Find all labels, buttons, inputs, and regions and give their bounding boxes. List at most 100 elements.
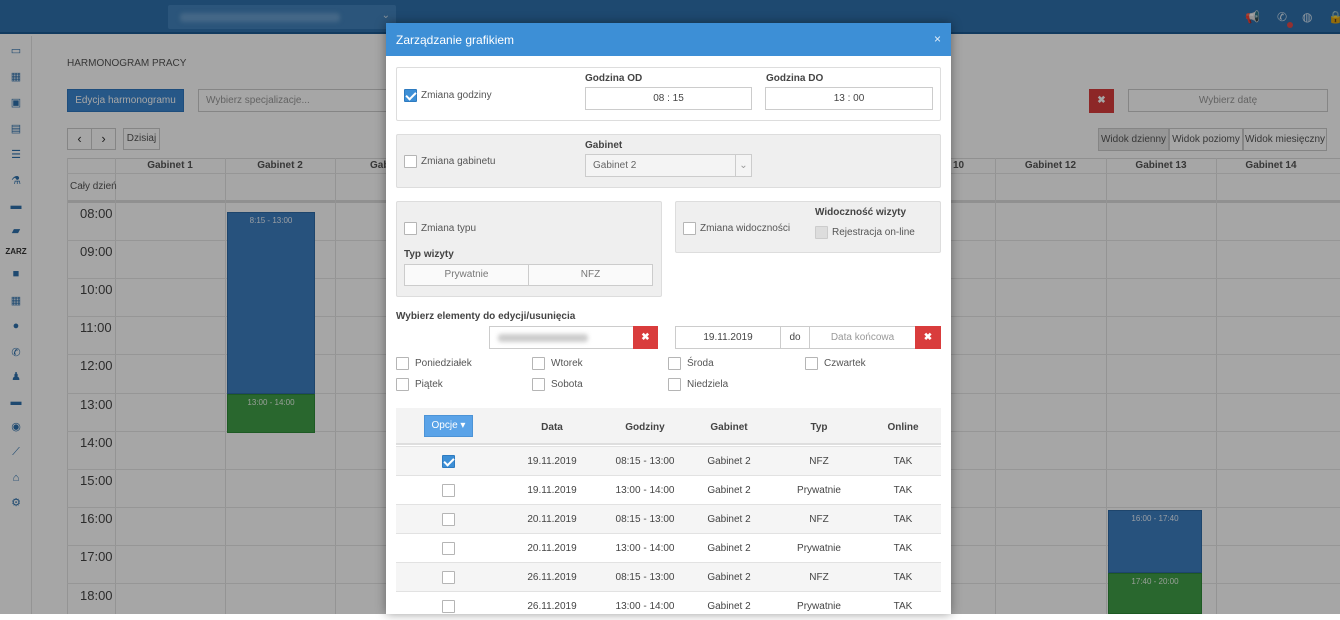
column-header-date[interactable]: Data bbox=[507, 422, 597, 433]
day-label: Piątek bbox=[415, 379, 443, 390]
row-checkbox[interactable] bbox=[442, 542, 455, 555]
date-from-input[interactable]: 19.11.2019 bbox=[675, 326, 781, 349]
day-checkbox-sunday[interactable] bbox=[668, 378, 681, 391]
day-label: Poniedziałek bbox=[415, 358, 472, 369]
row-hours: 08:15 - 13:00 bbox=[615, 456, 675, 467]
modal-title: Zarządzanie grafikiem bbox=[396, 33, 515, 47]
row-room: Gabinet 2 bbox=[707, 601, 751, 612]
day-checkbox-monday[interactable] bbox=[396, 357, 409, 370]
row-room: Gabinet 2 bbox=[707, 572, 751, 583]
visit-type-label: Typ wizyty bbox=[404, 249, 454, 260]
row-room: Gabinet 2 bbox=[707, 485, 751, 496]
day-checkbox-tuesday[interactable] bbox=[532, 357, 545, 370]
room-select[interactable]: Gabinet 2 ⌄ bbox=[585, 154, 752, 177]
table-row[interactable]: 20.11.2019 08:15 - 13:00 Gabinet 2 NFZ T… bbox=[396, 504, 941, 533]
schedule-management-modal: Zarządzanie grafikiem × Zmiana godziny G… bbox=[386, 23, 951, 614]
row-online: TAK bbox=[893, 572, 913, 583]
caret-down-icon: ▾ bbox=[457, 420, 466, 431]
column-header-room[interactable]: Gabinet bbox=[684, 422, 774, 433]
table-row[interactable]: 20.11.2019 13:00 - 14:00 Gabinet 2 Prywa… bbox=[396, 533, 941, 562]
visibility-label: Widoczność wizyty bbox=[815, 207, 907, 218]
day-label: Wtorek bbox=[551, 358, 583, 369]
online-registration-label: Rejestracja on-line bbox=[832, 227, 915, 238]
change-room-label: Zmiana gabinetu bbox=[421, 156, 496, 167]
change-hours-checkbox[interactable] bbox=[404, 89, 417, 102]
row-online: TAK bbox=[893, 601, 913, 612]
room-panel: Zmiana gabinetu Gabinet Gabinet 2 ⌄ bbox=[396, 134, 941, 188]
table-row[interactable]: 19.11.2019 08:15 - 13:00 Gabinet 2 NFZ T… bbox=[396, 446, 941, 475]
column-header-online[interactable]: Online bbox=[858, 422, 948, 433]
type-panel: Zmiana typu Typ wizyty Prywatnie NFZ bbox=[396, 201, 662, 297]
row-type: Prywatnie bbox=[797, 485, 841, 496]
row-hours: 13:00 - 14:00 bbox=[615, 543, 675, 554]
day-checkbox-thursday[interactable] bbox=[805, 357, 818, 370]
row-hours: 13:00 - 14:00 bbox=[615, 485, 675, 496]
visit-type-nfz-button[interactable]: NFZ bbox=[528, 264, 653, 286]
row-room: Gabinet 2 bbox=[707, 456, 751, 467]
options-button[interactable]: Opcje ▾ bbox=[424, 415, 473, 437]
row-online: TAK bbox=[893, 485, 913, 496]
row-checkbox[interactable] bbox=[442, 571, 455, 584]
hours-panel: Zmiana godziny Godzina OD 08 : 15 Godzin… bbox=[396, 67, 941, 121]
row-date: 19.11.2019 bbox=[527, 456, 577, 467]
row-checkbox[interactable] bbox=[442, 455, 455, 468]
hour-from-input[interactable]: 08 : 15 bbox=[585, 87, 752, 110]
doctor-select-blurred-value bbox=[498, 334, 588, 342]
column-header-hours[interactable]: Godziny bbox=[600, 422, 690, 433]
table-header-row: Opcje ▾ Data Godziny Gabinet Typ Online bbox=[396, 408, 941, 445]
change-hours-label: Zmiana godziny bbox=[421, 90, 492, 101]
hour-to-input[interactable]: 13 : 00 bbox=[765, 87, 933, 110]
row-checkbox[interactable] bbox=[442, 484, 455, 497]
visibility-panel: Zmiana widoczności Widoczność wizyty Rej… bbox=[675, 201, 941, 253]
row-room: Gabinet 2 bbox=[707, 543, 751, 554]
row-date: 19.11.2019 bbox=[527, 485, 577, 496]
hour-to-label: Godzina DO bbox=[766, 73, 824, 84]
visit-type-private-button[interactable]: Prywatnie bbox=[404, 264, 529, 286]
date-to-input[interactable]: Data końcowa bbox=[809, 326, 916, 349]
row-type: Prywatnie bbox=[797, 601, 841, 612]
row-hours: 08:15 - 13:00 bbox=[615, 514, 675, 525]
modal-header: Zarządzanie grafikiem × bbox=[386, 23, 951, 56]
hour-from-label: Godzina OD bbox=[585, 73, 643, 84]
change-visibility-label: Zmiana widoczności bbox=[700, 223, 791, 234]
options-button-label: Opcje bbox=[431, 420, 458, 431]
close-icon[interactable]: × bbox=[934, 32, 941, 46]
row-online: TAK bbox=[893, 514, 913, 525]
day-label: Środa bbox=[687, 358, 714, 369]
doctor-select[interactable] bbox=[489, 326, 634, 349]
row-checkbox[interactable] bbox=[442, 600, 455, 613]
row-date: 20.11.2019 bbox=[527, 543, 577, 554]
room-label: Gabinet bbox=[585, 140, 623, 151]
clear-date-button[interactable]: ✖ bbox=[915, 326, 941, 349]
row-room: Gabinet 2 bbox=[707, 514, 751, 525]
day-checkbox-wednesday[interactable] bbox=[668, 357, 681, 370]
column-header-type[interactable]: Typ bbox=[774, 422, 864, 433]
change-visibility-checkbox[interactable] bbox=[683, 222, 696, 235]
row-type: NFZ bbox=[809, 572, 829, 583]
day-label: Sobota bbox=[551, 379, 583, 390]
row-hours: 13:00 - 14:00 bbox=[615, 601, 675, 612]
day-checkbox-friday[interactable] bbox=[396, 378, 409, 391]
day-checkbox-saturday[interactable] bbox=[532, 378, 545, 391]
table-row[interactable]: 26.11.2019 13:00 - 14:00 Gabinet 2 Prywa… bbox=[396, 591, 941, 620]
row-online: TAK bbox=[893, 456, 913, 467]
table-row[interactable]: 19.11.2019 13:00 - 14:00 Gabinet 2 Prywa… bbox=[396, 475, 941, 504]
day-label: Czwartek bbox=[824, 358, 866, 369]
room-select-value: Gabinet 2 bbox=[593, 160, 637, 171]
row-type: Prywatnie bbox=[797, 543, 841, 554]
change-type-checkbox[interactable] bbox=[404, 222, 417, 235]
change-room-checkbox[interactable] bbox=[404, 155, 417, 168]
clear-doctor-button[interactable]: ✖ bbox=[633, 326, 658, 349]
row-type: NFZ bbox=[809, 456, 829, 467]
change-type-label: Zmiana typu bbox=[421, 223, 477, 234]
date-separator: do bbox=[780, 326, 810, 349]
row-date: 26.11.2019 bbox=[527, 572, 577, 583]
chevron-down-icon: ⌄ bbox=[735, 155, 751, 176]
row-type: NFZ bbox=[809, 514, 829, 525]
row-date: 20.11.2019 bbox=[527, 514, 577, 525]
table-row[interactable]: 26.11.2019 08:15 - 13:00 Gabinet 2 NFZ T… bbox=[396, 562, 941, 591]
row-date: 26.11.2019 bbox=[527, 601, 577, 612]
online-registration-checkbox[interactable] bbox=[815, 226, 828, 239]
row-checkbox[interactable] bbox=[442, 513, 455, 526]
day-label: Niedziela bbox=[687, 379, 729, 390]
